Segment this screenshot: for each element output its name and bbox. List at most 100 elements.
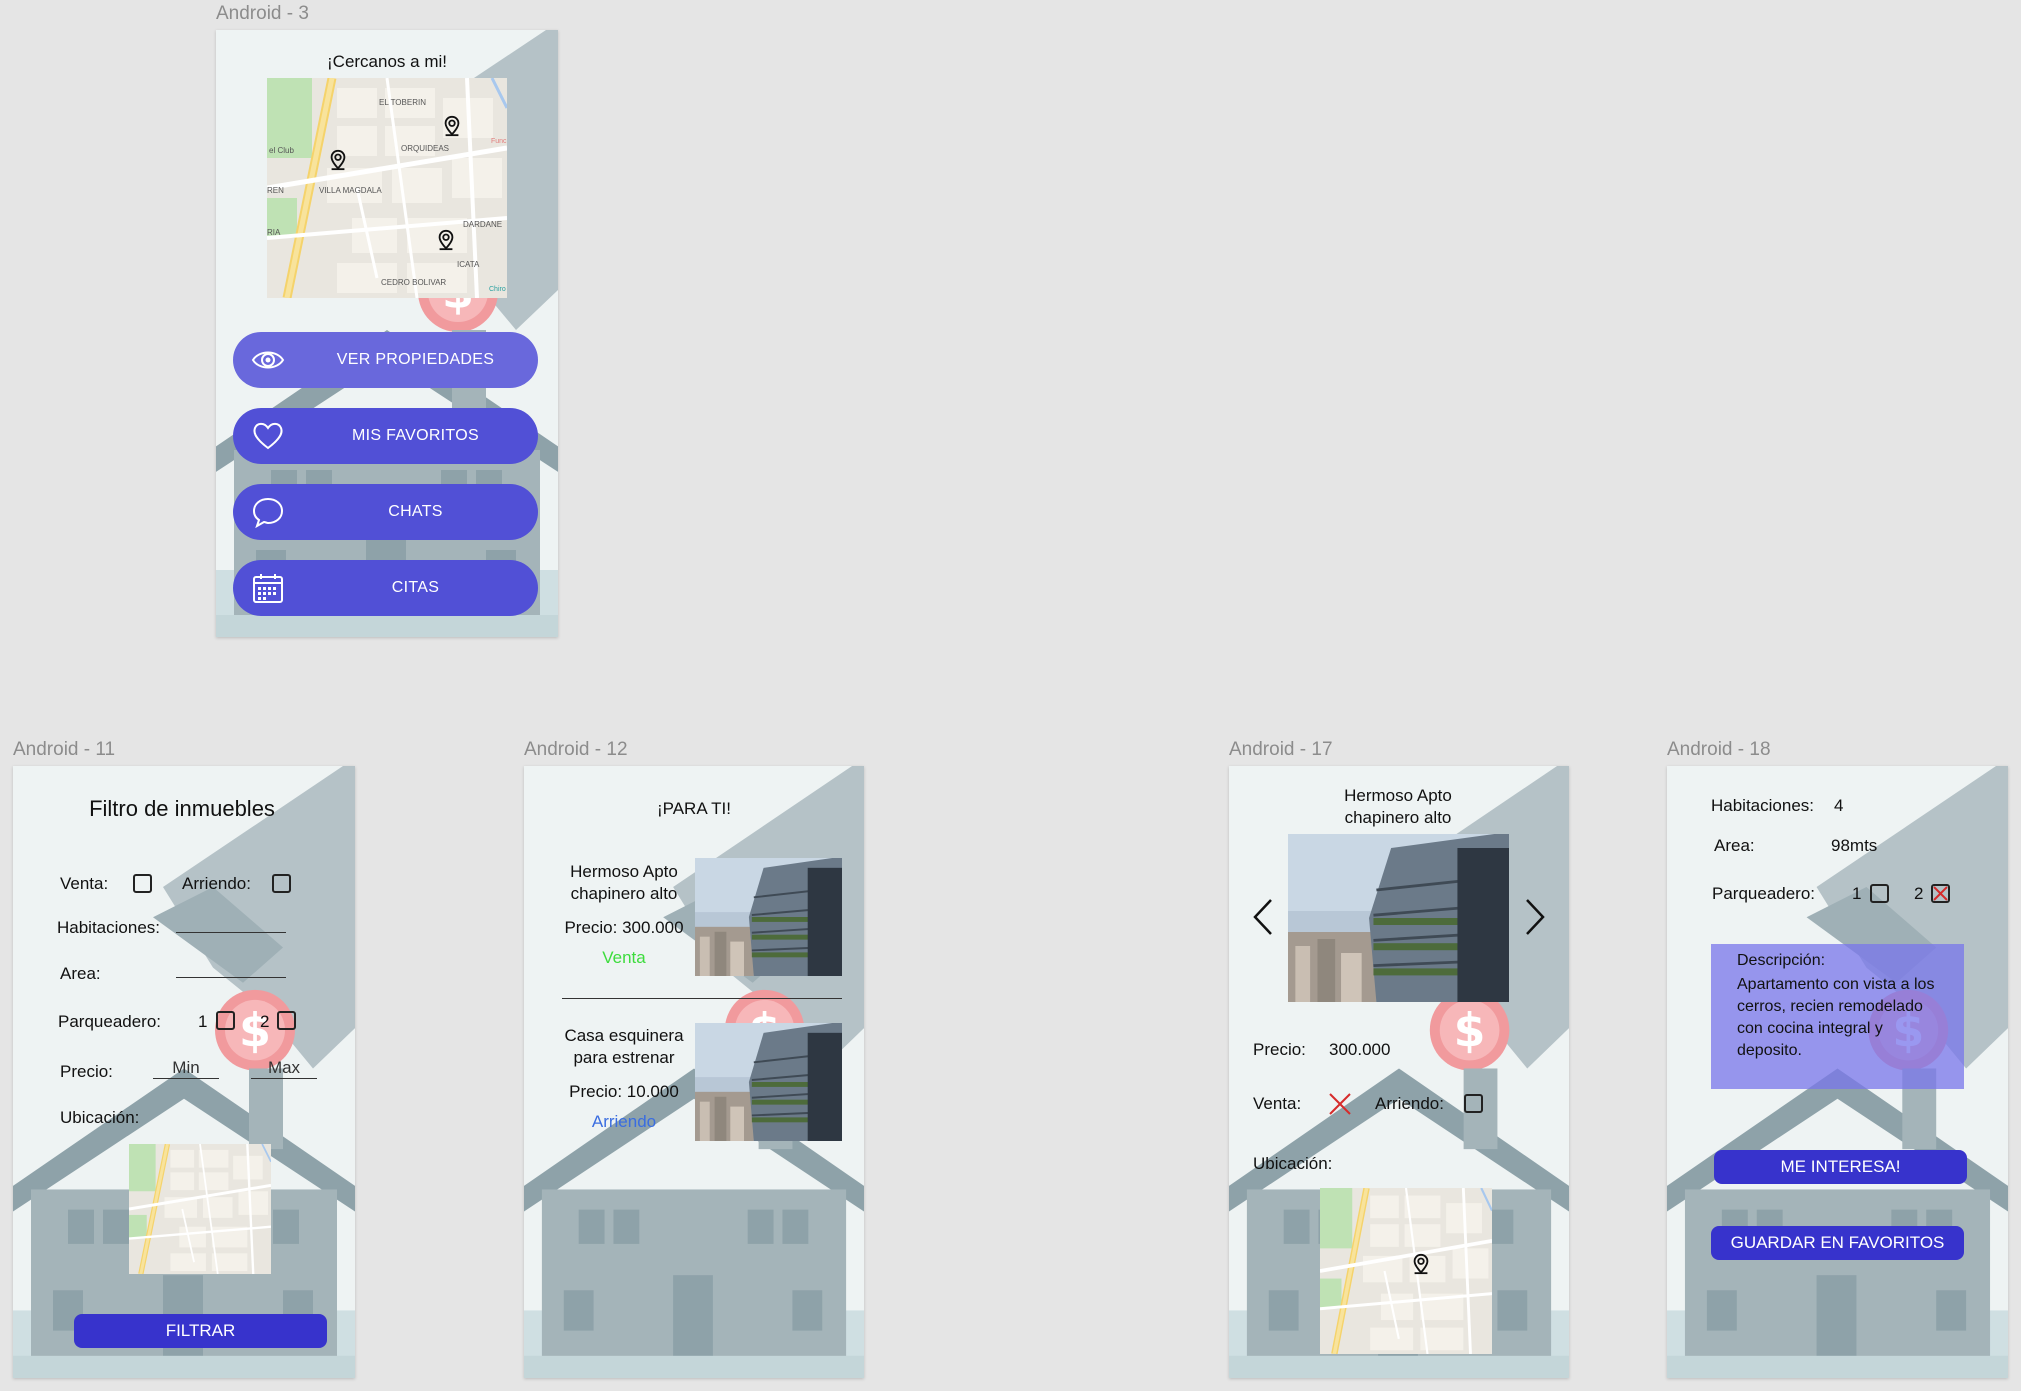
listing-photo <box>695 858 842 976</box>
area-label: Area: <box>60 964 101 983</box>
precio-value: 300.000 <box>1329 1040 1391 1059</box>
parqueadero-option-2-checkbox[interactable] <box>277 1011 296 1030</box>
parqueadero-option-2-label: 2 <box>260 1012 270 1031</box>
eye-icon <box>251 351 285 369</box>
area-input[interactable] <box>176 977 286 978</box>
listing-status: Arriendo <box>591 1112 657 1131</box>
listing-title-line1: Hermoso Apto <box>570 862 678 881</box>
property-title-line1: Hermoso Apto <box>1344 786 1452 805</box>
appointments-label: CITAS <box>391 579 440 596</box>
calendar-icon <box>253 574 283 603</box>
parqueadero-option-1-label: 1 <box>198 1012 208 1031</box>
venta-label: Venta: <box>1253 1094 1302 1113</box>
listing-divider <box>562 998 842 999</box>
arriendo-checkbox[interactable] <box>1464 1094 1483 1113</box>
precio-label: Precio: <box>1253 1040 1306 1059</box>
map-label-toberin: EL TOBERIN <box>379 98 426 107</box>
android-11-screen: Filtro de inmuebles Venta: Arriendo: Hab… <box>13 766 355 1378</box>
precio-label: Precio: <box>60 1062 113 1081</box>
location-pin-icon[interactable] <box>327 148 349 172</box>
venta-checked-cross-icon[interactable] <box>1327 1091 1353 1117</box>
map-label-dardane: DARDANE <box>463 220 503 229</box>
listing-card[interactable]: Hermoso Apto chapinero alto Precio: 300.… <box>524 766 864 1006</box>
frame-title-android-17: Android - 17 <box>1229 739 1333 760</box>
heart-icon <box>253 422 283 450</box>
view-properties-label: VER PROPIEDADES <box>336 351 495 368</box>
frame-title-android-18: Android - 18 <box>1667 739 1771 760</box>
map-label-villa-magdala: VILLA MAGDALA <box>319 186 382 195</box>
frame-title-android-11: Android - 11 <box>13 739 116 760</box>
filter-title: Filtro de inmuebles <box>89 796 275 821</box>
parqueadero-label: Parqueadero: <box>1712 884 1816 903</box>
map-label-ria: RIA <box>267 228 281 237</box>
parqueadero-option-2-label: 2 <box>1914 884 1924 903</box>
map-label-club: el Club <box>269 146 294 155</box>
price-max-input[interactable]: Max <box>251 1058 317 1078</box>
price-min-input[interactable]: Min <box>153 1058 219 1078</box>
my-favorites-label: MIS FAVORITOS <box>352 427 479 444</box>
interested-button[interactable]: ME INTERESA! <box>1714 1150 1967 1184</box>
description-label: Descripción: <box>1737 952 1826 969</box>
map-label-icata: ICATA <box>457 260 480 269</box>
ubicacion-label: Ubicación: <box>1253 1154 1333 1173</box>
map-label-ren: REN <box>267 186 284 195</box>
android-17-screen: Hermoso Apto chapinero alto Precio: 300.… <box>1229 766 1569 1378</box>
location-pin-icon[interactable] <box>435 228 457 252</box>
filter-button[interactable]: FILTRAR <box>74 1314 327 1348</box>
chevron-left-icon[interactable] <box>1251 898 1275 936</box>
checked-cross-icon <box>1933 886 1948 901</box>
venta-label: Venta: <box>60 874 109 893</box>
map-image <box>129 1144 271 1274</box>
parqueadero-option-1-label: 1 <box>1852 884 1862 903</box>
map-label-chiro: Chiro <box>489 286 506 293</box>
my-favorites-button[interactable]: MIS FAVORITOS <box>233 408 538 464</box>
description-box: Descripción: Apartamento con vista a los… <box>1711 944 1964 1089</box>
frame-title-android-12: Android - 12 <box>524 739 628 760</box>
area-label: Area: <box>1714 836 1755 855</box>
listing-title-line1: Casa esquinera <box>564 1026 684 1045</box>
android-12-screen: ¡PARA TI! Hermoso Apto chapinero alto Pr… <box>524 766 864 1378</box>
listing-photo <box>695 1023 842 1141</box>
save-favorites-button[interactable]: GUARDAR EN FAVORITOS <box>1711 1226 1964 1260</box>
frame-title-android-3: Android - 3 <box>216 3 309 24</box>
appointments-button[interactable]: CITAS <box>233 560 538 616</box>
chats-label: CHATS <box>388 503 443 520</box>
android-18-screen: Habitaciones: 4 Area: 98mts Parqueadero:… <box>1667 766 2008 1378</box>
listing-price: Precio: 300.000 <box>564 918 684 937</box>
arriendo-checkbox[interactable] <box>272 874 291 893</box>
habitaciones-value: 4 <box>1834 796 1844 815</box>
map-label-orquideas: ORQUIDEAS <box>401 144 450 153</box>
listing-status: Venta <box>602 948 646 967</box>
ubicacion-label: Ubicación: <box>60 1108 140 1127</box>
habitaciones-input[interactable] <box>176 932 286 933</box>
map-label-cedro-bolivar: CEDRO BOLIVAR <box>381 278 447 287</box>
nearby-heading: ¡Cercanos a mi! <box>327 52 447 71</box>
listing-price: Precio: 10.000 <box>569 1082 679 1101</box>
map-image <box>1320 1188 1492 1354</box>
parqueadero-option-1-checkbox[interactable] <box>1870 884 1889 903</box>
parqueadero-option-2-checkbox[interactable] <box>1931 884 1950 903</box>
map-label-func: Func <box>491 138 507 145</box>
location-pin-icon[interactable] <box>1410 1252 1432 1276</box>
arriendo-label: Arriendo: <box>1375 1094 1444 1113</box>
property-title-line2: chapinero alto <box>1344 808 1452 827</box>
location-map[interactable] <box>129 1144 271 1274</box>
location-map[interactable] <box>1320 1188 1492 1354</box>
area-value: 98mts <box>1831 836 1878 855</box>
chat-bubble-icon <box>252 497 284 528</box>
venta-checkbox[interactable] <box>133 874 152 893</box>
nearby-map[interactable]: EL TOBERIN ORQUIDEAS VILLA MAGDALA DARDA… <box>267 78 507 298</box>
property-photo <box>1288 834 1509 1002</box>
chats-button[interactable]: CHATS <box>233 484 538 540</box>
description-text: Apartamento con vista a los cerros, reci… <box>1737 976 1935 1059</box>
habitaciones-label: Habitaciones: <box>57 918 161 937</box>
parqueadero-option-1-checkbox[interactable] <box>216 1011 235 1030</box>
arriendo-label: Arriendo: <box>182 874 251 893</box>
price-max-underline <box>251 1078 317 1079</box>
location-pin-icon[interactable] <box>441 114 463 138</box>
android-3-screen: ¡Cercanos a mi! EL TOBERIN ORQUIDEAS VIL… <box>216 30 558 637</box>
view-properties-button[interactable]: VER PROPIEDADES <box>233 332 538 388</box>
chevron-right-icon[interactable] <box>1523 898 1547 936</box>
listing-card[interactable]: Casa esquinera para estrenar Precio: 10.… <box>524 1006 864 1136</box>
listing-title-line2: para estrenar <box>573 1048 675 1067</box>
